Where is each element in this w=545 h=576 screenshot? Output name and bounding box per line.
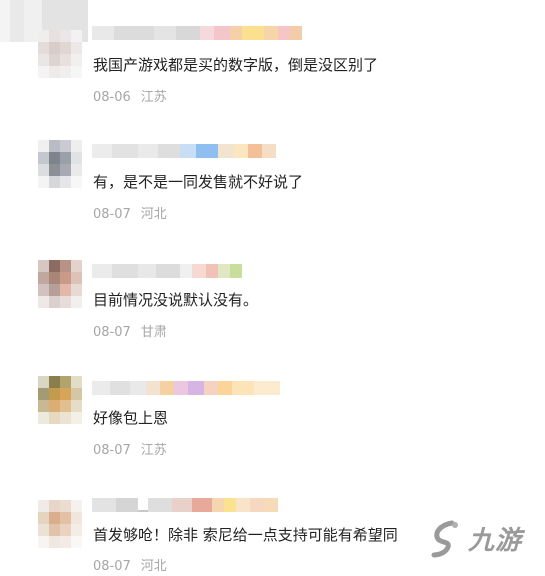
comment-location: 江苏 <box>140 90 167 105</box>
comment-text: 有，是不是一同发售就不好说了 <box>93 173 304 191</box>
comment-meta: 08-07 河北 <box>93 558 167 576</box>
username-blurred[interactable] <box>92 496 278 513</box>
jiuyou-watermark: 九游 <box>430 508 545 569</box>
comment-text: 好像包上恩 <box>93 409 169 427</box>
avatar[interactable] <box>38 376 82 424</box>
comment-date: 08-07 <box>93 207 131 222</box>
username-blurred[interactable] <box>92 379 280 396</box>
comment-meta: 08-06 江苏 <box>93 89 167 107</box>
comment-text: 目前情况没说默认没有。 <box>93 291 259 309</box>
watermark-logo-text: 九游 <box>468 526 523 556</box>
comment-text: 首发够呛！除非 索尼给一点支持可能有希望同 <box>93 526 398 544</box>
comment-location: 江苏 <box>140 443 167 458</box>
comment-date: 08-07 <box>93 443 131 458</box>
comment-date: 08-07 <box>93 559 131 574</box>
jiuyou-logo-icon <box>431 520 458 557</box>
username-blurred[interactable] <box>92 262 242 279</box>
avatar[interactable] <box>38 500 82 548</box>
comment-date: 08-07 <box>93 325 131 340</box>
comment-meta: 08-07 甘肃 <box>93 324 167 342</box>
username-blurred[interactable] <box>92 24 302 41</box>
comment-date: 08-06 <box>93 90 131 105</box>
comment-text: 我国产游戏都是买的数字版，倒是没区别了 <box>93 56 379 74</box>
comment-meta: 08-07 河北 <box>93 206 167 224</box>
username-blurred[interactable] <box>92 142 276 159</box>
comment-location: 河北 <box>140 559 167 574</box>
avatar[interactable] <box>38 260 82 308</box>
comment-meta: 08-07 江苏 <box>93 442 167 460</box>
comment-location: 河北 <box>140 207 167 222</box>
comment-location: 甘肃 <box>140 325 167 340</box>
avatar[interactable] <box>38 30 82 78</box>
avatar[interactable] <box>38 140 82 188</box>
